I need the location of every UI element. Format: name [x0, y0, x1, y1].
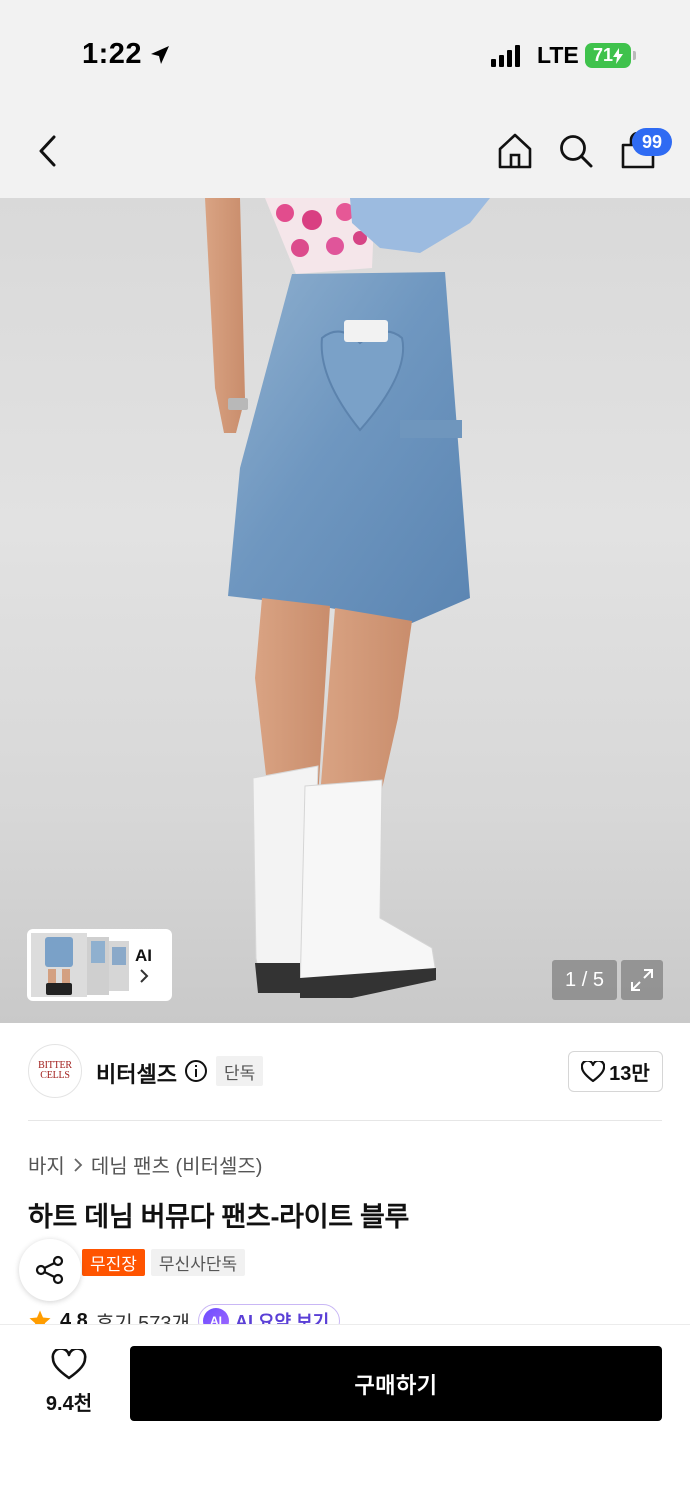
search-button[interactable]: [554, 104, 598, 198]
wishlist-count: 9.4천: [45, 1393, 93, 1415]
breadcrumb: 바지 데님 팬츠 (비터셀즈): [28, 1150, 262, 1179]
divider: [28, 1120, 662, 1121]
back-button[interactable]: [24, 104, 72, 198]
brand-like-button[interactable]: 13만: [568, 1051, 663, 1092]
heart-icon: [581, 1060, 606, 1082]
promo-tag: 무진장: [82, 1249, 145, 1276]
exclusive-tag: 무신사단독: [150, 1249, 246, 1276]
chevron-right-icon: [74, 1157, 83, 1172]
cellular-signal-icon: [491, 45, 520, 67]
product-photo: [205, 198, 490, 999]
status-bar: 1:22 LTE 71: [0, 0, 690, 104]
breadcrumb-item[interactable]: 데님 팬츠 (비터셀즈): [91, 1150, 263, 1179]
brand-name[interactable]: 비터셀즈: [96, 1057, 177, 1089]
breadcrumb-item[interactable]: 바지: [28, 1150, 65, 1179]
ai-thumbnail-card[interactable]: AI: [27, 929, 172, 1001]
expand-icon: [631, 969, 653, 991]
thumbnail-image: [109, 941, 129, 991]
cart-count-badge: 99: [632, 128, 672, 156]
status-time: 1:22: [82, 38, 172, 71]
ai-chip: AI: [135, 946, 152, 984]
chevron-left-icon: [39, 135, 56, 167]
product-title: 하트 데님 버뮤다 팬츠-라이트 블루: [28, 1202, 410, 1232]
battery-level: 71: [592, 45, 614, 65]
top-nav-bar: 99: [0, 104, 690, 198]
buy-button[interactable]: 구매하기: [130, 1346, 662, 1421]
bottom-action-bar: 9.4천 구매하기: [0, 1324, 690, 1500]
thumbnail-strip: [31, 933, 129, 997]
product-image-gallery[interactable]: AI 1 / 5: [0, 198, 690, 1023]
network-type: LTE: [537, 42, 579, 68]
thumbnail-image: [31, 933, 87, 997]
heart-icon: [51, 1349, 87, 1380]
brand-like-count: 13만: [609, 1063, 650, 1085]
image-counter: 1 / 5: [552, 960, 617, 1000]
home-button[interactable]: [492, 104, 538, 198]
fullscreen-button[interactable]: [621, 960, 663, 1000]
thumbnail-image: [87, 937, 109, 995]
search-icon: [560, 135, 593, 168]
brand-logo-text: BITTER CELLS: [38, 1060, 72, 1081]
brand-logo[interactable]: BITTER CELLS: [28, 1044, 82, 1098]
chevron-right-icon: [139, 969, 148, 983]
share-icon: [35, 1255, 64, 1285]
brand-row: BITTER CELLS 비터셀즈 단독 13만: [0, 1023, 690, 1121]
location-arrow-icon: [151, 45, 170, 64]
charging-bolt-icon: [613, 47, 624, 64]
info-icon[interactable]: [184, 1059, 208, 1083]
ai-chip-label: AI: [135, 946, 152, 965]
home-icon: [498, 133, 532, 169]
product-tags: 무진장 무신사단독: [82, 1249, 246, 1276]
share-button[interactable]: [19, 1239, 81, 1301]
wishlist-button[interactable]: 9.4천: [30, 1349, 108, 1416]
exclusive-tag: 단독: [216, 1056, 264, 1086]
battery-icon: 71: [585, 43, 636, 68]
